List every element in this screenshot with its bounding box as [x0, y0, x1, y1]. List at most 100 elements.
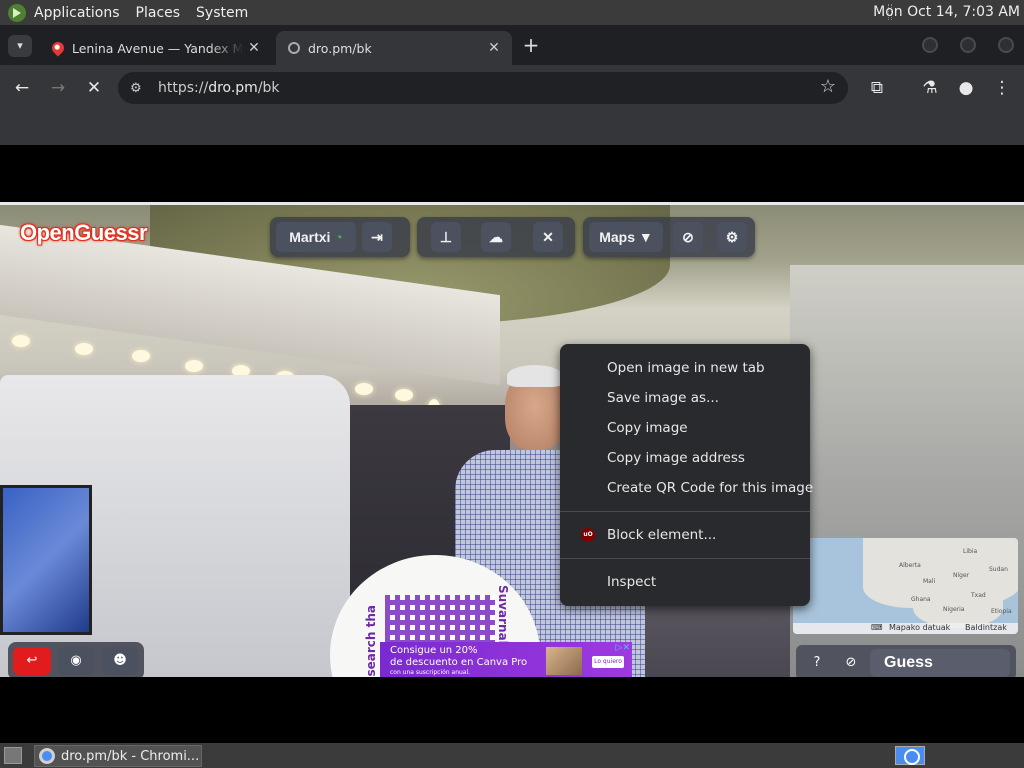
map-label: Txad	[971, 592, 986, 599]
labs-flask-icon[interactable]: ⚗	[919, 77, 941, 99]
more-menu-icon[interactable]: ⋮	[991, 77, 1013, 99]
clock[interactable]: Mon Oct 14, 7:03 AM	[873, 4, 1020, 20]
map-label: Nigeria	[943, 606, 965, 613]
guess-bar: ? ⊘ Guess	[796, 645, 1016, 677]
user-group: Martxi ◔ ⇥	[270, 217, 410, 257]
fan-text-right: Suvarnab	[496, 585, 510, 650]
no-move-icon[interactable]: ⊘	[673, 222, 703, 252]
stop-loading-icon[interactable]: ✕	[83, 77, 105, 99]
address-bar[interactable]: ⚙ https://dro.pm/bk ☆	[118, 72, 848, 104]
url-host: dro.pm	[208, 80, 258, 96]
web-content: search tha Suvarnab OpenGuessr Martxi ◔ …	[0, 145, 1024, 743]
maps-dropdown[interactable]: Maps ▼	[589, 222, 663, 252]
gnome-logo-icon[interactable]	[8, 3, 26, 22]
cabin-window-light	[355, 383, 373, 395]
bottom-taskbar: dro.pm/bk - Chromi...	[0, 743, 1024, 768]
multiplayer-icon[interactable]: ☁	[481, 222, 511, 252]
close-tab-icon[interactable]: ✕	[484, 40, 504, 56]
show-desktop-icon[interactable]	[4, 747, 22, 764]
cabin-window-light	[395, 389, 413, 401]
map-label: Etiopia	[991, 608, 1012, 615]
help-button[interactable]: ?	[804, 650, 830, 676]
map-label: Alberta	[899, 562, 921, 569]
user-profile-button[interactable]: Martxi ◔	[276, 222, 356, 252]
canva-ad-banner[interactable]: Consigue un 20% de descuento en Canva Pr…	[380, 642, 632, 677]
map-terms-link[interactable]: Baldintzak	[965, 623, 1007, 632]
applications-menu[interactable]: Applications	[34, 5, 120, 21]
menu-save-image-as[interactable]: Save image as...	[607, 388, 719, 408]
cabin-window-light	[75, 343, 93, 355]
close-tab-icon[interactable]: ✕	[244, 40, 264, 56]
menu-separator	[560, 558, 810, 559]
keyboard-icon: ⌨	[871, 623, 883, 632]
menu-copy-image-address[interactable]: Copy image address	[607, 448, 745, 468]
top-panel: Applications Places System Mon Oct 14, 7…	[0, 0, 1024, 25]
extensions-icon[interactable]: ⧉	[866, 77, 888, 99]
ad-fineprint: con una suscripción anual.	[390, 669, 471, 676]
menu-open-image-new-tab[interactable]: Open image in new tab	[607, 358, 765, 378]
context-menu: Open image in new tab Save image as... C…	[560, 344, 813, 606]
places-menu[interactable]: Places	[136, 5, 181, 21]
tab-title: Lenina Avenue — Yandex Ma	[72, 40, 244, 56]
return-icon[interactable]: ↩	[13, 647, 51, 675]
leaderboard-icon[interactable]: ⊥	[431, 222, 461, 252]
street-view-panorama[interactable]: search tha Suvarnab OpenGuessr Martxi ◔ …	[0, 205, 1024, 677]
profile-icon[interactable]: ●	[955, 77, 977, 99]
forward-arrow-icon[interactable]: →	[47, 77, 69, 99]
battle-swords-icon[interactable]: ✕	[533, 222, 563, 252]
taskbar-window-title: dro.pm/bk - Chromi...	[61, 748, 200, 764]
menu-block-element[interactable]: Block element...	[607, 525, 716, 545]
maximize-window-icon[interactable]	[960, 37, 976, 53]
url-path: /bk	[257, 80, 280, 96]
map-label: Sudan	[989, 566, 1008, 573]
map-data-link[interactable]: Mapako datuak	[889, 623, 950, 632]
back-arrow-icon[interactable]: ←	[11, 77, 33, 99]
tab-strip: ▾ Lenina Avenue — Yandex Ma ✕ dro.pm/bk …	[0, 25, 1024, 65]
taskbar-chromium-window[interactable]: dro.pm/bk - Chromi...	[34, 745, 202, 767]
seat-screen	[0, 485, 92, 635]
tab-yandex-maps[interactable]: Lenina Avenue — Yandex Ma ✕	[40, 31, 272, 65]
username: Martxi	[289, 229, 331, 245]
chromium-icon	[39, 748, 55, 764]
menu-inspect[interactable]: Inspect	[607, 572, 656, 592]
ad-image	[546, 647, 582, 675]
guess-minimap[interactable]: Alberta Mali Níger Nigeria Ghana Txad Su…	[793, 538, 1018, 634]
new-tab-plus-icon[interactable]: +	[520, 34, 542, 56]
url-scheme: https://	[158, 80, 209, 96]
ad-headline: Consigue un 20%	[390, 645, 478, 656]
cabin-window-light	[132, 350, 150, 362]
ad-cta-button[interactable]: Lo quiero	[592, 656, 624, 668]
map-label: Ghana	[911, 596, 931, 603]
workspace-switcher[interactable]	[895, 746, 925, 765]
social-group: ↩ ◉ ☻	[8, 642, 144, 677]
map-label: Mali	[923, 578, 936, 585]
menu-create-qr-code[interactable]: Create QR Code for this image	[607, 478, 813, 498]
tab-search-chevron-icon[interactable]: ▾	[8, 35, 32, 57]
minimize-window-icon[interactable]	[922, 37, 938, 53]
map-attribution: ⌨ Mapako datuak Baldintzak	[793, 623, 1018, 634]
openguessr-logo[interactable]: OpenGuessr	[20, 220, 148, 246]
mode-group: ⊥ ☁ ✕	[417, 217, 575, 257]
reddit-icon[interactable]: ☻	[102, 647, 138, 675]
guess-button[interactable]: Guess	[870, 649, 1010, 677]
logout-icon[interactable]: ⇥	[362, 222, 392, 252]
system-menu[interactable]: System	[196, 5, 248, 21]
fan-text-left: search tha	[364, 605, 378, 677]
cabin-window-light	[12, 335, 30, 347]
compass-icon[interactable]: ⊘	[838, 650, 864, 676]
settings-gear-icon[interactable]: ⚙	[717, 222, 747, 252]
settings-group: Maps ▼ ⊘ ⚙	[583, 217, 755, 257]
passenger-hair	[507, 365, 563, 387]
discord-icon[interactable]: ◉	[58, 647, 94, 675]
menu-separator	[560, 511, 810, 512]
ad-subline: de descuento en Canva Pro	[390, 657, 528, 668]
level-ring-icon: ◔	[334, 229, 343, 245]
site-settings-icon[interactable]: ⚙	[130, 81, 148, 96]
close-window-icon[interactable]	[998, 37, 1014, 53]
bookmark-star-icon[interactable]: ☆	[820, 76, 836, 97]
map-label: Níger	[953, 572, 970, 579]
ad-close-icon[interactable]: ▷✕	[616, 643, 630, 653]
menu-copy-image[interactable]: Copy image	[607, 418, 688, 438]
tab-dro-pm[interactable]: dro.pm/bk ✕	[276, 31, 512, 65]
globe-icon	[288, 42, 300, 54]
